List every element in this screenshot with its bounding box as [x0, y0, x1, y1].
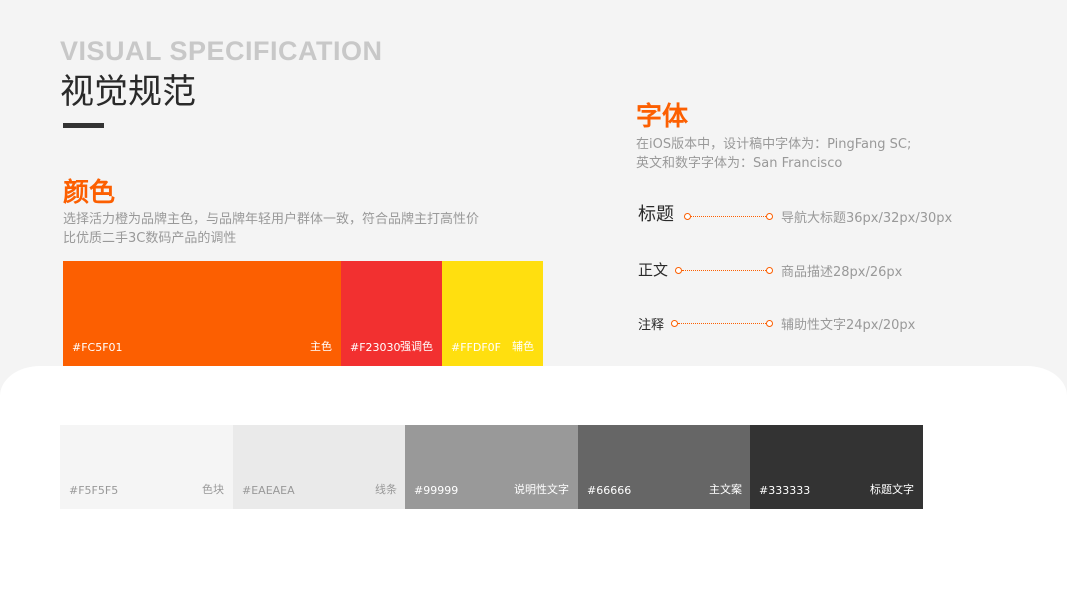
swatch-name: 说明性文字 [514, 483, 569, 496]
connector-line [691, 216, 766, 217]
title-underline [63, 123, 104, 128]
font-section-title: 字体 [636, 102, 689, 132]
connector-line [678, 323, 766, 324]
color-section-title: 颜色 [63, 178, 116, 208]
type-label: 正文 [638, 261, 669, 279]
connector-dot [671, 320, 678, 327]
swatch-hex: #F23030 [350, 341, 401, 354]
type-spec: 商品描述28px/26px [781, 265, 903, 280]
type-label: 注释 [638, 318, 665, 333]
swatch-accent: #F23030 强调色 [341, 261, 442, 366]
swatch-name: 色块 [202, 483, 224, 496]
type-row-heading: 标题 导航大标题36px/32px/30px [638, 204, 998, 226]
font-desc-line: 英文和数字字体为：San Francisco [636, 156, 843, 171]
connector-dot [766, 320, 773, 327]
swatch-hex: #EAEAEA [242, 484, 295, 497]
swatch-block: #F5F5F5 色块 [60, 425, 233, 509]
connector-dot [684, 213, 691, 220]
swatch-name: 主文案 [709, 483, 742, 496]
swatch-caption-text: #99999 说明性文字 [405, 425, 578, 509]
swatch-hex: #66666 [587, 484, 632, 497]
font-section-description: 在iOS版本中，设计稿中字体为：PingFang SC; 英文和数字字体为：Sa… [636, 135, 1056, 173]
swatch-body-text: #66666 主文案 [578, 425, 751, 509]
connector-dot [675, 267, 682, 274]
type-label: 标题 [638, 204, 674, 225]
swatch-name: 辅色 [512, 340, 534, 353]
swatch-name: 标题文字 [870, 483, 914, 496]
color-section-description: 选择活力橙为品牌主色，与品牌年轻用户群体一致，符合品牌主打高性价比优质二手3C数… [63, 212, 480, 246]
swatch-auxiliary: #FFDF0F 辅色 [442, 261, 543, 366]
swatch-hex: #FFDF0F [451, 341, 501, 354]
swatch-name: 强调色 [400, 340, 433, 353]
type-row-body: 正文 商品描述28px/26px [638, 260, 998, 280]
connector-dot [766, 267, 773, 274]
swatch-hex: #FC5F01 [72, 341, 123, 354]
page-title: 视觉规范 [60, 72, 196, 112]
swatch-primary: #FC5F01 主色 [63, 261, 341, 366]
swatch-line: #EAEAEA 线条 [233, 425, 406, 509]
connector-line [682, 270, 766, 271]
swatch-title-text: #333333 标题文字 [750, 425, 923, 509]
page-eyebrow: VISUAL SPECIFICATION [60, 36, 383, 66]
swatch-hex: #99999 [414, 484, 459, 497]
swatch-hex: #333333 [759, 484, 811, 497]
font-desc-line: 在iOS版本中，设计稿中字体为：PingFang SC; [636, 137, 912, 152]
type-row-note: 注释 辅助性文字24px/20px [638, 313, 998, 333]
swatch-name: 主色 [310, 340, 332, 353]
type-spec: 辅助性文字24px/20px [781, 318, 916, 333]
swatch-hex: #F5F5F5 [69, 484, 119, 497]
swatch-name: 线条 [375, 483, 397, 496]
connector-dot [766, 213, 773, 220]
type-spec: 导航大标题36px/32px/30px [781, 211, 953, 226]
